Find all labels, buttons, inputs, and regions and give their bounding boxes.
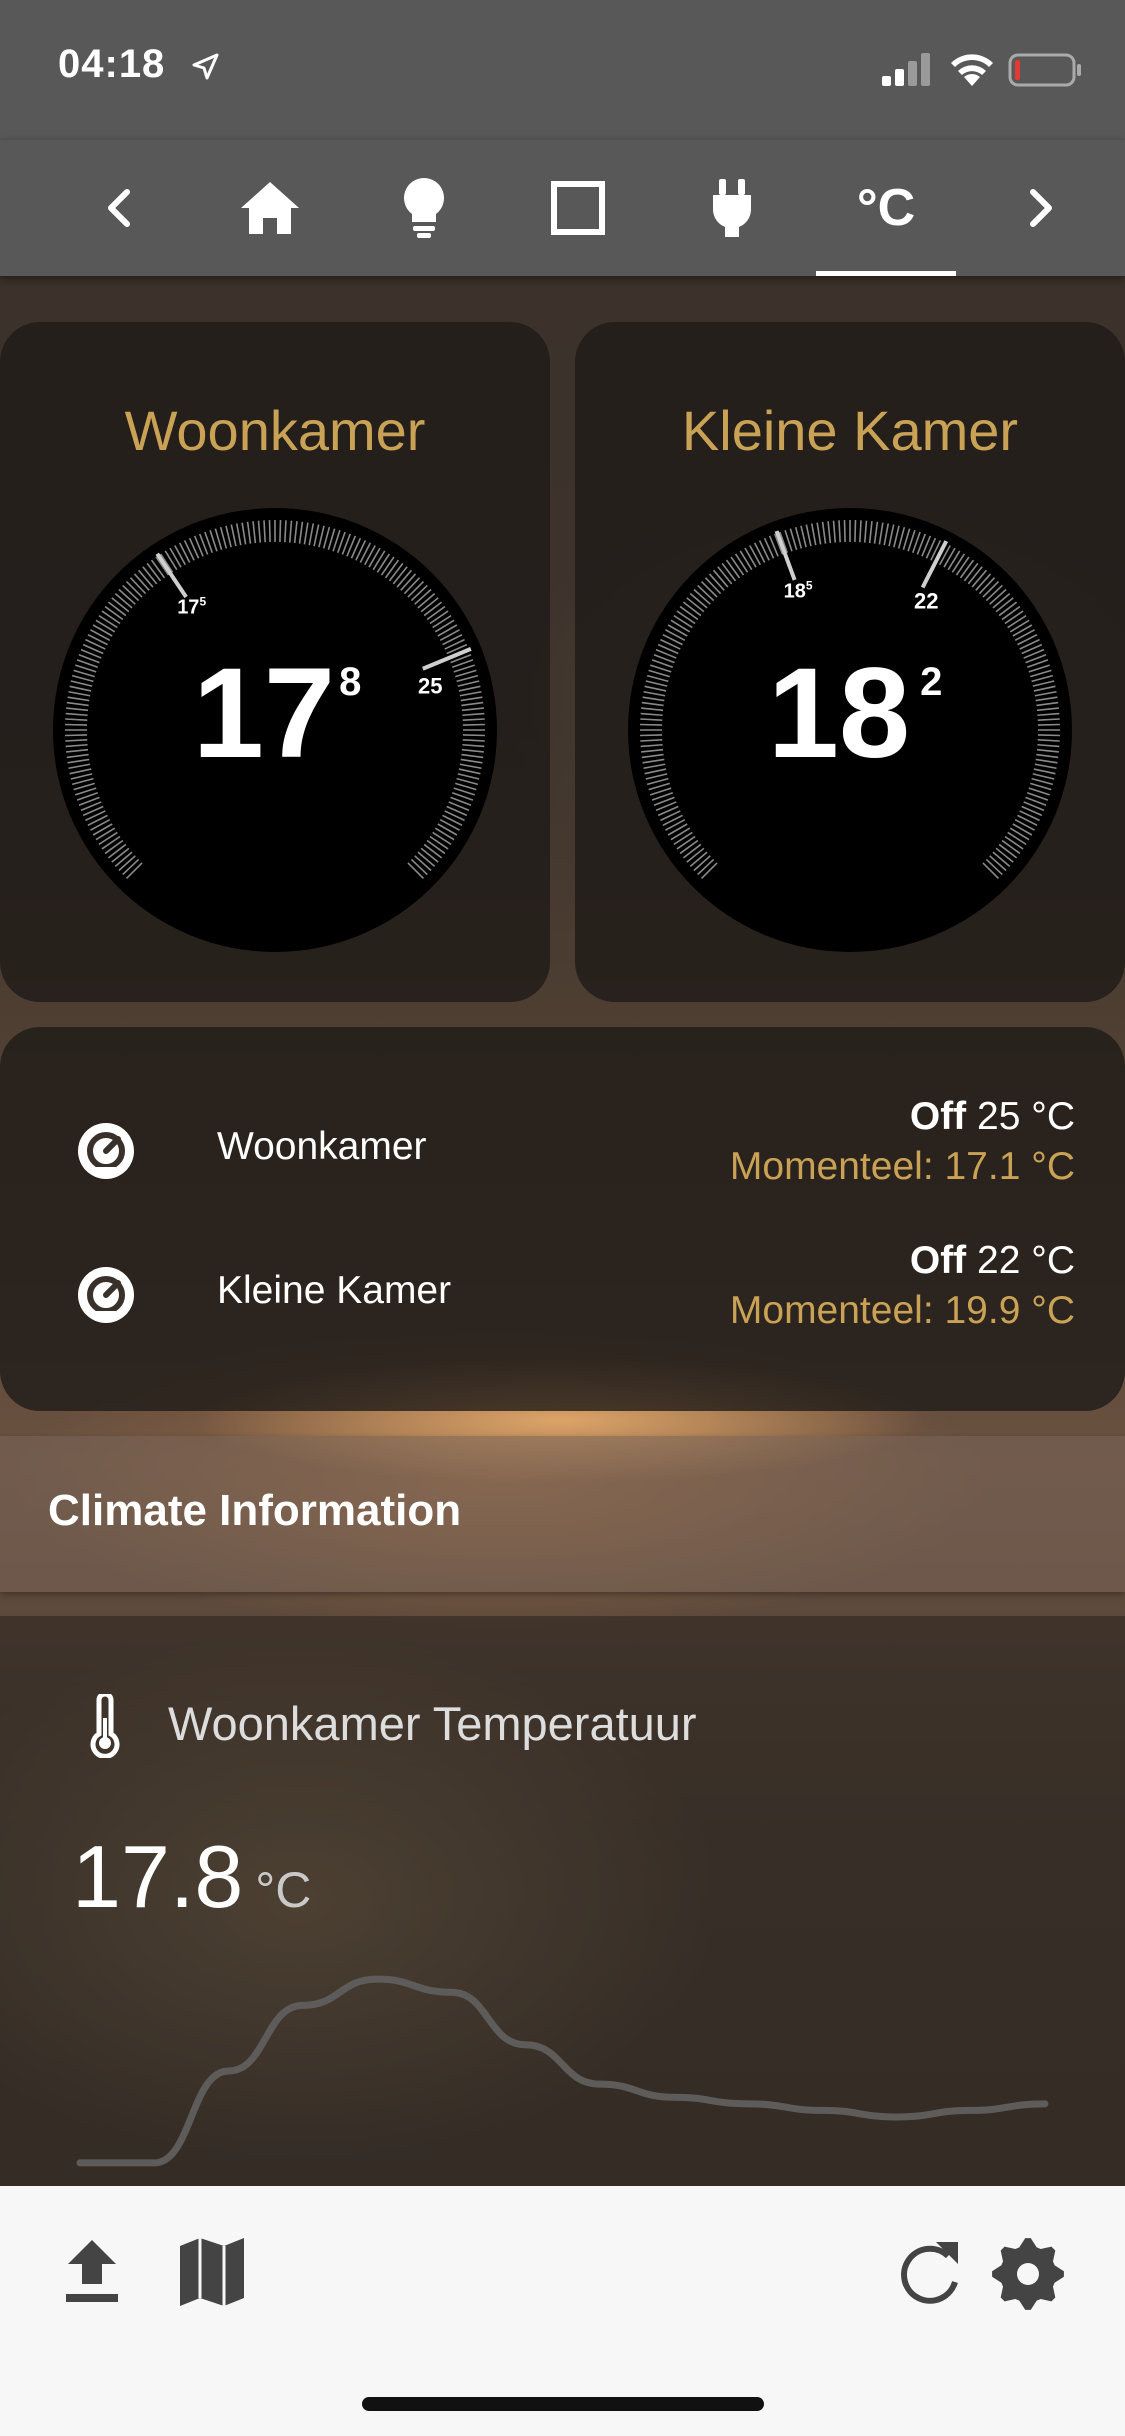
tab-climate-label: °C xyxy=(856,179,916,237)
dial-tick xyxy=(268,520,271,543)
entity-state-value: Off xyxy=(909,1095,967,1138)
tab-covers[interactable] xyxy=(508,140,648,276)
entity-name: Woonkamer xyxy=(217,1125,427,1168)
entity-setpoint: 22 °C xyxy=(977,1239,1075,1282)
thermostat-icon xyxy=(78,1123,134,1179)
thermostat-current-int: 18 xyxy=(767,642,911,785)
thermostat-title: Kleine Kamer xyxy=(681,399,1019,462)
battery-icon xyxy=(1008,53,1081,87)
thermostat-card-woonkamer: Woonkamer 175 25 17 8 xyxy=(0,322,550,1002)
thermostat-icon xyxy=(78,1267,134,1323)
tab-forward[interactable] xyxy=(970,140,1110,276)
section-header: Climate Information xyxy=(0,1436,1125,1592)
tab-home[interactable] xyxy=(200,140,340,276)
entity-name: Kleine Kamer xyxy=(217,1269,452,1312)
refresh-button[interactable] xyxy=(898,2236,962,2313)
entity-state: Off 25 °C xyxy=(910,1095,1075,1139)
entity-row-woonkamer[interactable]: Woonkamer Off 25 °C Momenteel: 17.1 °C xyxy=(0,1095,1125,1195)
thermostat-card-kleine-kamer: Kleine Kamer 185 22 18 2 xyxy=(575,322,1125,1002)
refresh-icon xyxy=(901,2242,958,2304)
thermostat-current-temp: 18 2 xyxy=(575,640,1125,787)
sensor-sparkline xyxy=(76,1975,1049,2167)
sensor-title: Woonkamer Temperatuur xyxy=(168,1697,697,1750)
status-bar: 04:18 xyxy=(0,0,1125,140)
map-icon xyxy=(180,2238,244,2306)
section-title: Climate Information xyxy=(48,1486,462,1535)
upload-icon xyxy=(66,2240,118,2302)
wifi-icon xyxy=(951,54,993,86)
entity-current-temp: Momenteel: 17.1 °C xyxy=(729,1145,1075,1188)
dial-tick xyxy=(854,520,857,543)
square-icon xyxy=(551,181,605,235)
view-tabs-toolbar: °C xyxy=(0,140,1125,276)
status-time: 04:18 xyxy=(58,42,166,86)
cellular-signal-icon xyxy=(882,53,930,86)
dial-tick xyxy=(279,520,282,543)
tab-switches[interactable] xyxy=(662,140,802,276)
location-arrow-icon xyxy=(192,53,219,80)
tab-climate[interactable]: °C xyxy=(816,140,956,276)
lightbulb-icon xyxy=(404,178,444,238)
dial-tick xyxy=(843,520,846,543)
sensor-value: 17.8 °C xyxy=(72,1826,311,1928)
thermometer-icon xyxy=(90,1694,120,1758)
entity-setpoint: 25 °C xyxy=(977,1095,1075,1138)
settings-button[interactable] xyxy=(990,2236,1066,2317)
entity-state: Off 22 °C xyxy=(910,1239,1075,1283)
entity-current-temp: Momenteel: 19.9 °C xyxy=(729,1289,1075,1332)
climate-entities-card: Woonkamer Off 25 °C Momenteel: 17.1 °C K… xyxy=(0,1027,1125,1411)
thermostat-current-int: 17 xyxy=(192,642,336,785)
chevron-right-icon xyxy=(1030,189,1052,227)
gear-icon xyxy=(992,2238,1064,2310)
map-button[interactable] xyxy=(176,2236,248,2313)
chevron-left-icon xyxy=(108,189,130,227)
thermostat-title: Woonkamer xyxy=(124,399,426,462)
thermostat-current-temp: 17 8 xyxy=(0,640,550,787)
sparkline-series xyxy=(76,1975,1049,2167)
plug-icon xyxy=(712,179,752,237)
thermostat-current-dec: 8 xyxy=(339,660,362,704)
home-icon xyxy=(241,182,299,234)
thermostat-current-dec: 2 xyxy=(920,660,943,704)
entity-row-kleine-kamer[interactable]: Kleine Kamer Off 22 °C Momenteel: 19.9 °… xyxy=(0,1239,1125,1339)
dial-setpoint-label: 22 xyxy=(914,588,938,613)
sensor-card-woonkamer-temperatuur[interactable]: Woonkamer Temperatuur 17.8 °C xyxy=(0,1616,1125,2186)
upload-button[interactable] xyxy=(62,2236,122,2311)
sensor-unit: °C xyxy=(255,1862,312,1918)
tab-lights[interactable] xyxy=(354,140,494,276)
home-indicator xyxy=(362,2397,764,2411)
sensor-value-number: 17.8 xyxy=(72,1827,244,1926)
tab-back[interactable] xyxy=(50,140,190,276)
entity-state-value: Off xyxy=(909,1239,967,1282)
